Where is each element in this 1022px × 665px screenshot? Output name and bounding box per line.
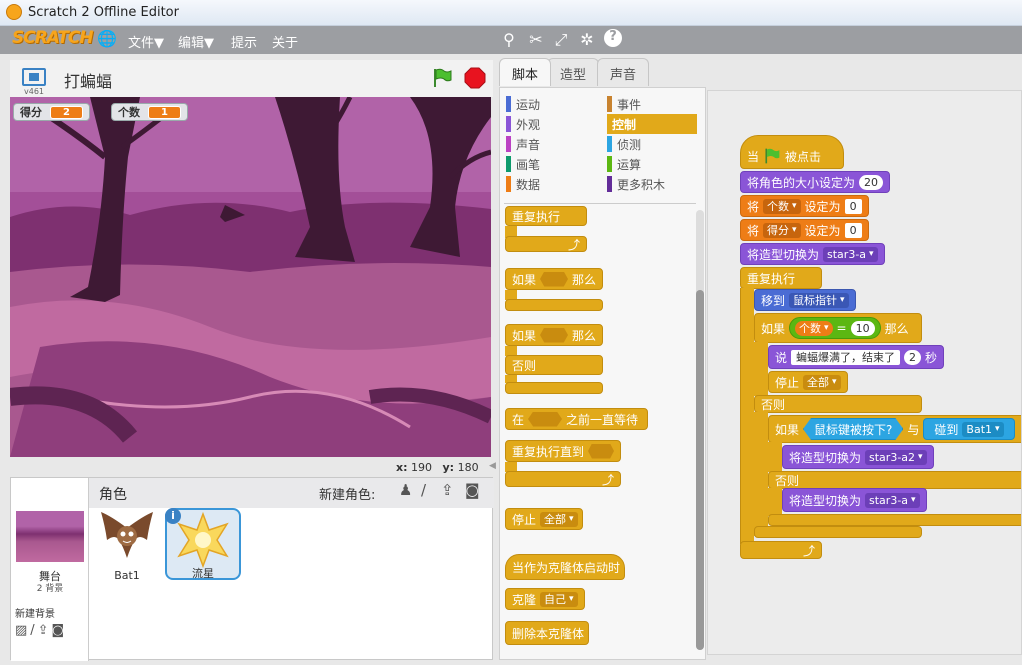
language-globe-icon[interactable]: 🌐 [97,29,117,48]
sprite-name: Bat1 [114,569,140,582]
paint-sprite-icon[interactable]: / [421,481,426,499]
green-flag-icon [765,148,780,164]
block-when-clone-start[interactable]: 当作为克隆体启动时 [505,554,625,580]
tab-scripts[interactable]: 脚本 [499,58,552,86]
category-control[interactable]: 控制 [607,114,697,134]
block-repeat-until[interactable]: 重复执行直到 [505,440,621,462]
palette-scrollbar-thumb[interactable] [696,290,704,650]
block-switch-costume-2[interactable]: 将造型切换为 star3-a2 [782,445,934,469]
sprite-pane: 舞台 2 背景 新建背景 ▨/⇪◙ 角色 新建角色: ♟ / ⇪ ◙ Bat1 … [10,477,494,661]
block-goto[interactable]: 移到 鼠标指针 [754,289,856,311]
block-if-else-inner[interactable]: 如果 鼠标键被按下? 与 碰到 Bat1 [768,415,1021,443]
category-sensing[interactable]: 侦测 [607,134,697,154]
forever-footer: ⤴ [505,236,587,252]
scratch-cat-icon [6,4,22,20]
category-looks[interactable]: 外观 [506,114,540,134]
monitor-label: 得分 [20,106,42,119]
block-delete-clone[interactable]: 删除本克隆体 [505,621,589,645]
menu-tips[interactable]: 提示 [231,32,257,51]
scratch-logo[interactable]: SCRATCH [12,28,94,48]
block-wait-until[interactable]: 在之前一直等待 [505,408,648,430]
monitor-value: 2 [50,105,83,119]
window-title: Scratch 2 Offline Editor [28,5,179,20]
info-icon[interactable]: i [165,508,181,524]
scripts-area[interactable]: 当 被点击 将角色的大小设定为20 将个数设定为0 将得分设定为0 将造型切换为… [707,90,1022,655]
else-label: 否则 [768,471,1021,489]
collapse-arrow-icon[interactable]: ◀ [489,461,496,471]
backdrop-count: 2 背景 [36,584,64,594]
block-if-else[interactable]: 如果 个数 = 10 那么 [754,313,922,343]
block-set-size[interactable]: 将角色的大小设定为 20 [740,171,891,193]
category-list-left: 运动 外观 声音 画笔 数据 [506,94,540,194]
new-sprite-label: 新建角色: [319,488,376,503]
category-pen[interactable]: 画笔 [506,154,540,174]
menu-about[interactable]: 关于 [272,32,298,51]
stop-icon[interactable] [464,67,486,89]
backdrop-tools[interactable]: ▨/⇪◙ [15,623,67,638]
tab-sounds[interactable]: 声音 [597,58,650,86]
block-if-then[interactable]: 如果 那么 [505,268,603,290]
forest-backdrop [10,97,491,457]
shrink-icon[interactable]: ✲ [578,30,596,49]
else-label: 否则 [505,355,603,375]
green-flag-icon[interactable] [431,67,453,89]
camera-icon[interactable]: ◙ [465,481,480,499]
block-if-else[interactable]: 如果 那么 [505,324,603,346]
reporter-mouse-down: 鼠标键被按下? [803,418,903,440]
menu-bar: SCRATCH 🌐 文件▼ 编辑▼ 提示 关于 ⚲ ✂ ⤢ ✲ ? [0,26,1022,54]
version-label: v461 [24,87,45,96]
menu-edit[interactable]: 编辑▼ [178,32,214,51]
block-set-var-count[interactable]: 将个数设定为0 [740,195,869,217]
stage-header: v461 打蝙蝠 [10,60,493,97]
sprite-header: 角色 新建角色: ♟ / ⇪ ◙ [89,478,494,508]
monitor-count[interactable]: 个数 1 [111,103,188,121]
else-label: 否则 [754,395,922,413]
mouse-coordinates: x: 190 y: 180 [396,461,479,474]
monitor-label: 个数 [118,106,140,119]
block-when-flag-clicked[interactable]: 当 被点击 [740,135,844,169]
sprite-bat1[interactable]: Bat1 [89,510,165,582]
block-stop[interactable]: 停止 全部 [505,508,583,530]
duplicate-icon[interactable]: ⚲ [500,30,518,49]
project-title[interactable]: 打蝙蝠 [64,68,112,92]
choose-sprite-icon[interactable]: ♟ [399,481,412,499]
upload-sprite-icon[interactable]: ⇪ [441,481,454,499]
cut-icon[interactable]: ✂ [527,30,545,49]
block-switch-costume[interactable]: 将造型切换为 star3-a [740,243,885,265]
sprites-title: 角色 [99,487,127,503]
star-thumbnail [177,511,229,569]
block-forever[interactable]: 重复执行 [505,206,587,226]
tab-costumes[interactable]: 造型 [547,58,600,86]
category-sound[interactable]: 声音 [506,134,540,154]
reporter-count: 个数 [795,320,833,336]
block-stop-all[interactable]: 停止 全部 [768,371,848,393]
stage-canvas[interactable]: 得分 2 个数 1 [10,97,491,457]
category-operators[interactable]: 运算 [607,154,697,174]
reporter-touching: 碰到 Bat1 [923,418,1015,440]
block-create-clone[interactable]: 克隆 自己 [505,588,585,610]
grow-icon[interactable]: ⤢ [552,30,570,50]
category-list-right: 事件 控制 侦测 运算 更多积木 [607,94,697,194]
stage-thumbnail-panel[interactable]: 舞台 2 背景 新建背景 ▨/⇪◙ [11,478,89,661]
monitor-value: 1 [148,105,181,119]
forever-footer: ⤴ [740,541,822,559]
block-set-var-score[interactable]: 将得分设定为0 [740,219,869,241]
title-bar: Scratch 2 Offline Editor [0,0,1022,26]
help-icon[interactable]: ? [604,29,622,47]
category-data[interactable]: 数据 [506,174,540,194]
block-switch-costume-3[interactable]: 将造型切换为 star3-a [782,488,927,512]
block-say-for-secs[interactable]: 说蝙蝠爆满了，结束了 2 秒 [768,345,945,369]
new-backdrop-label: 新建背景 [15,609,55,620]
block-forever[interactable]: 重复执行 [740,267,822,289]
category-more-blocks[interactable]: 更多积木 [607,174,697,194]
monitor-score[interactable]: 得分 2 [13,103,90,121]
category-events[interactable]: 事件 [607,94,697,114]
stage-thumbnail[interactable] [16,511,84,562]
sprite-star[interactable]: i 流星 [165,508,241,580]
category-motion[interactable]: 运动 [506,94,540,114]
menu-file[interactable]: 文件▼ [128,32,164,51]
bat-thumbnail [101,512,153,558]
fullscreen-icon[interactable] [22,68,46,86]
block-palette: 运动 外观 声音 画笔 数据 事件 控制 侦测 运算 更多积木 重复执行 ⤴ 如… [499,87,706,660]
